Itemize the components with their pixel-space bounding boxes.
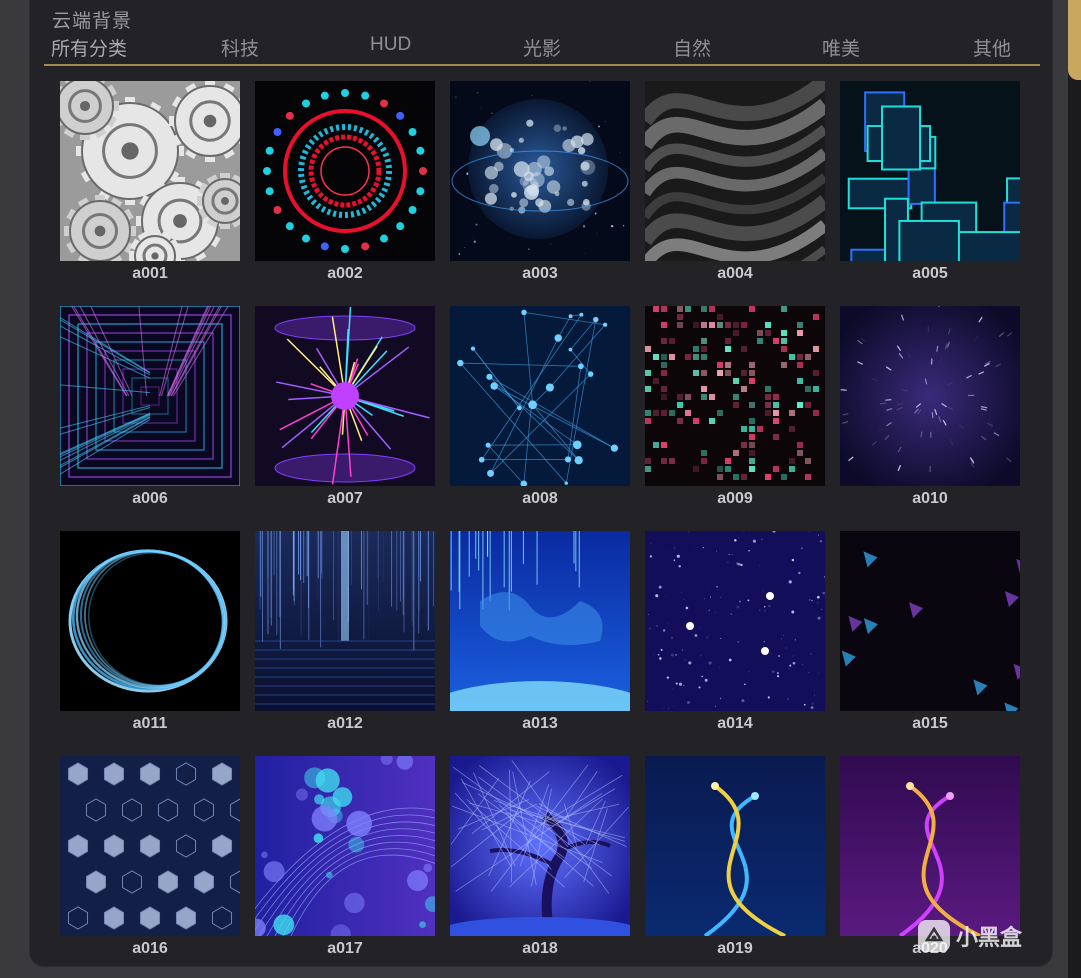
watermark-text: 小黑盒 bbox=[956, 925, 1023, 950]
background-thumbnail[interactable] bbox=[255, 306, 435, 486]
background-item[interactable]: a018 bbox=[450, 756, 630, 966]
background-thumbnail[interactable] bbox=[60, 306, 240, 486]
background-thumbnail[interactable] bbox=[60, 756, 240, 936]
background-item[interactable]: a014 bbox=[645, 531, 825, 741]
tab-light[interactable]: 光影 bbox=[523, 34, 561, 61]
background-label: a003 bbox=[522, 265, 558, 282]
background-thumbnail[interactable] bbox=[645, 81, 825, 261]
background-label: a014 bbox=[717, 715, 753, 732]
tab-beauty[interactable]: 唯美 bbox=[822, 34, 860, 61]
background-thumbnail[interactable] bbox=[255, 531, 435, 711]
scrollbar-thumb[interactable] bbox=[1068, 0, 1081, 80]
background-item[interactable]: a001 bbox=[60, 81, 240, 291]
background-item[interactable]: a003 bbox=[450, 81, 630, 291]
background-thumbnail[interactable] bbox=[840, 756, 1020, 936]
background-label: a016 bbox=[132, 940, 168, 957]
background-item[interactable]: a011 bbox=[60, 531, 240, 741]
background-label: a019 bbox=[717, 940, 753, 957]
background-thumbnail[interactable] bbox=[840, 306, 1020, 486]
background-thumbnail[interactable] bbox=[840, 531, 1020, 711]
tab-hud[interactable]: HUD bbox=[370, 34, 411, 56]
right-edge-panel bbox=[1068, 0, 1081, 978]
background-label: a010 bbox=[912, 490, 948, 507]
background-label: a006 bbox=[132, 490, 168, 507]
background-label: a002 bbox=[327, 265, 363, 282]
background-thumbnail[interactable] bbox=[60, 531, 240, 711]
background-thumbnail[interactable] bbox=[645, 306, 825, 486]
background-label: a005 bbox=[912, 265, 948, 282]
tab-nature[interactable]: 自然 bbox=[673, 34, 711, 61]
background-label: a008 bbox=[522, 490, 558, 507]
background-thumbnail[interactable] bbox=[645, 531, 825, 711]
background-label: a004 bbox=[717, 265, 753, 282]
background-item[interactable]: a019 bbox=[645, 756, 825, 966]
background-label: a015 bbox=[912, 715, 948, 732]
background-label: a007 bbox=[327, 490, 363, 507]
background-thumbnail[interactable] bbox=[645, 756, 825, 936]
background-label: a011 bbox=[132, 715, 168, 732]
background-label: a009 bbox=[717, 490, 753, 507]
background-thumbnail[interactable] bbox=[450, 81, 630, 261]
background-item[interactable]: a010 bbox=[840, 306, 1020, 516]
background-label: a001 bbox=[132, 265, 168, 282]
tab-tech[interactable]: 科技 bbox=[221, 34, 259, 61]
background-label: a013 bbox=[522, 715, 558, 732]
background-item[interactable]: a012 bbox=[255, 531, 435, 741]
background-item[interactable]: a006 bbox=[60, 306, 240, 516]
background-thumbnail[interactable] bbox=[450, 306, 630, 486]
tab-divider bbox=[44, 64, 1040, 66]
background-item[interactable]: a009 bbox=[645, 306, 825, 516]
background-item[interactable]: a007 bbox=[255, 306, 435, 516]
background-item[interactable]: a002 bbox=[255, 81, 435, 291]
background-thumbnail[interactable] bbox=[450, 756, 630, 936]
background-item[interactable]: a017 bbox=[255, 756, 435, 966]
background-thumbnail[interactable] bbox=[840, 81, 1020, 261]
background-item[interactable]: a004 bbox=[645, 81, 825, 291]
background-item[interactable]: a008 bbox=[450, 306, 630, 516]
background-item[interactable]: a016 bbox=[60, 756, 240, 966]
tab-other[interactable]: 其他 bbox=[973, 34, 1011, 61]
background-label: a012 bbox=[327, 715, 363, 732]
background-item[interactable]: a015 bbox=[840, 531, 1020, 741]
background-thumbnail[interactable] bbox=[255, 756, 435, 936]
background-thumbnail[interactable] bbox=[60, 81, 240, 261]
background-thumbnail[interactable] bbox=[255, 81, 435, 261]
panel-title: 云端背景 bbox=[52, 11, 133, 32]
background-thumbnail[interactable] bbox=[450, 531, 630, 711]
background-label: a018 bbox=[522, 940, 558, 957]
watermark: 小黑盒 bbox=[918, 916, 1022, 956]
tab-all[interactable]: 所有分类 bbox=[51, 34, 127, 61]
background-label: a017 bbox=[327, 940, 363, 957]
background-item[interactable]: a005 bbox=[840, 81, 1020, 291]
category-tabs: 所有分类 科技 HUD 光影 自然 唯美 其他 bbox=[44, 34, 1040, 65]
xiaoheihe-logo-icon bbox=[918, 920, 950, 952]
background-item[interactable]: a013 bbox=[450, 531, 630, 741]
